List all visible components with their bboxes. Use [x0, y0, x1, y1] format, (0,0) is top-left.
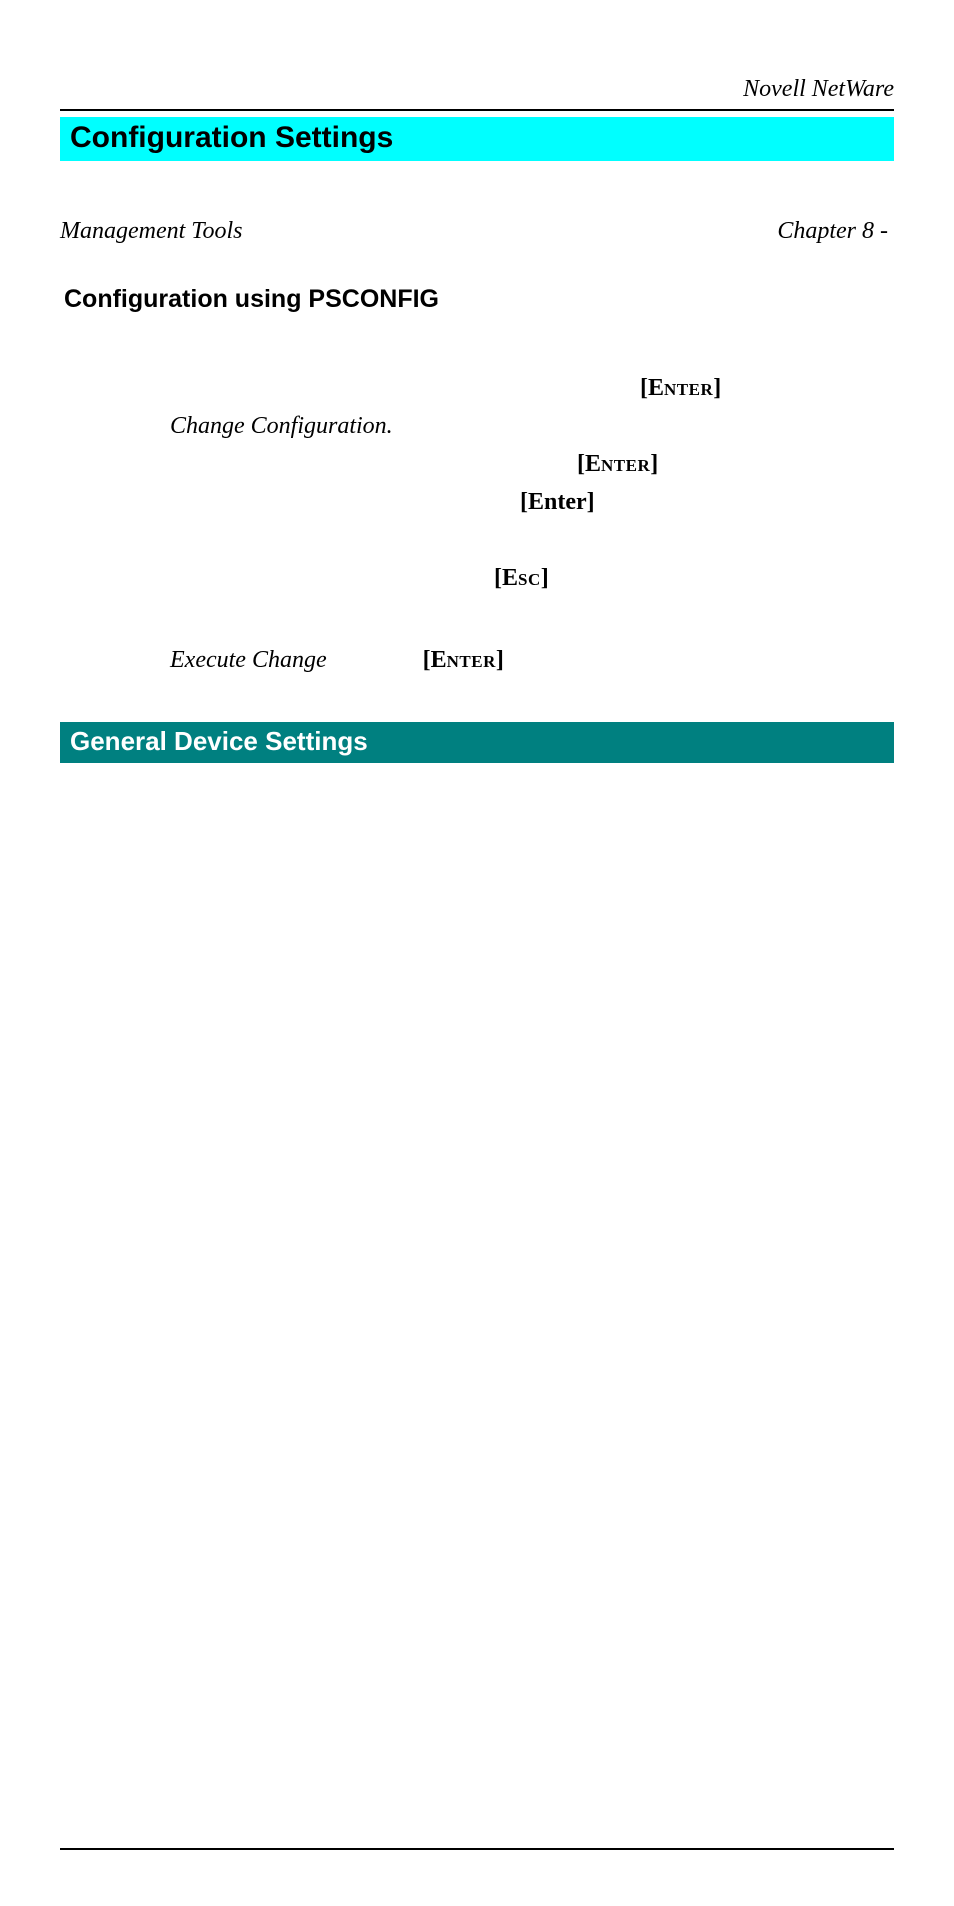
enter-key-label: [Enter]: [640, 375, 721, 401]
step-enter-1: [Enter]: [640, 370, 894, 406]
subheading: Configuration using PSCONFIG: [60, 285, 894, 314]
body-content: [Enter] Change Configuration. [Enter] [E…: [60, 370, 894, 678]
footer-rule: [60, 1848, 894, 1850]
chapter-ref-right: Chapter 8 -: [777, 213, 894, 249]
enter-key-label: [Enter]: [520, 489, 595, 515]
chapter-ref-left: Management Tools: [60, 218, 242, 244]
chapter-reference: Chapter 8 - Management Tools: [60, 213, 894, 249]
change-configuration-text: Change Configuration.: [170, 413, 393, 439]
enter-key-label: [Enter]: [423, 647, 504, 673]
enter-key-label: [Enter]: [577, 451, 658, 477]
step-enter-3: [Enter]: [520, 484, 894, 520]
step-change-configuration: Change Configuration.: [170, 408, 894, 444]
section2-title-banner: General Device Settings: [60, 722, 894, 763]
execute-change-text: Execute Change: [170, 647, 327, 673]
running-header: Novell NetWare: [60, 76, 894, 103]
header-rule: [60, 109, 894, 111]
section-title-banner: Configuration Settings: [60, 117, 894, 161]
esc-key-label: [Esc]: [494, 565, 549, 591]
document-page: Novell NetWare Configuration Settings Ch…: [0, 0, 954, 1906]
step-execute-change: Execute Change [Enter]: [170, 642, 894, 678]
step-enter-2: [Enter]: [577, 446, 894, 482]
step-esc: [Esc]: [494, 560, 894, 596]
